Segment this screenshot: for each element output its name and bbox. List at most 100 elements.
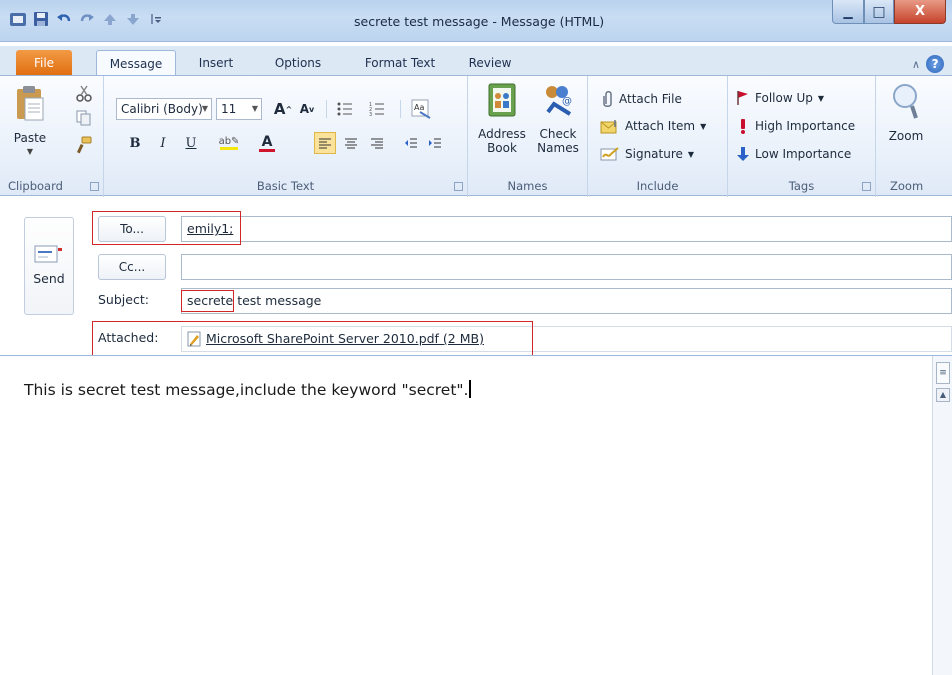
group-zoom: Zoom Zoom	[876, 76, 952, 197]
send-button[interactable]: Send	[24, 217, 74, 315]
flag-icon	[737, 91, 748, 105]
message-body[interactable]: This is secret test message,include the …	[0, 355, 952, 675]
check-names-button[interactable]: @ Check Names	[532, 82, 584, 155]
group-label-clipboard: Clipboard	[8, 179, 63, 193]
align-right-button[interactable]	[366, 132, 388, 154]
grow-font-button[interactable]: A ^	[272, 98, 294, 120]
styles-button[interactable]: Aa	[408, 96, 434, 122]
chevron-down-icon: ▼	[251, 104, 258, 113]
address-book-label-2: Book	[487, 141, 517, 155]
body-text[interactable]: This is secret test message,include the …	[24, 380, 472, 399]
collapse-ribbon-icon[interactable]: ∧	[912, 58, 920, 71]
chevron-down-icon: ▼	[817, 93, 825, 103]
maximize-button[interactable]: □	[864, 0, 894, 24]
paste-label: Paste	[13, 131, 47, 145]
tab-options[interactable]: Options	[258, 50, 338, 76]
group-basic-text: Calibri (Body) ▼ 11 ▼ A ^ Av 123 Aa B I U…	[104, 76, 468, 197]
text-caret	[469, 380, 472, 398]
follow-up-button[interactable]: Follow Up ▼	[736, 90, 824, 106]
low-importance-icon	[737, 147, 749, 161]
minimize-button[interactable]: ▁	[832, 0, 864, 24]
attachment-name: Microsoft SharePoint Server 2010.pdf (2 …	[206, 331, 484, 346]
tab-format-text[interactable]: Format Text	[352, 50, 448, 76]
group-label-tags: Tags	[788, 179, 815, 193]
save-icon[interactable]	[31, 9, 51, 29]
tab-message[interactable]: Message	[96, 50, 176, 76]
font-color-button[interactable]: A	[252, 132, 282, 154]
address-book-button[interactable]: Address Book	[476, 82, 528, 155]
to-field[interactable]: emily1;	[181, 216, 952, 242]
align-center-icon	[345, 138, 357, 149]
bullets-icon	[337, 102, 352, 116]
cc-field[interactable]	[181, 254, 952, 280]
chevron-down-icon: ▼	[687, 149, 695, 159]
help-icon[interactable]: ?	[926, 55, 945, 73]
tab-insert[interactable]: Insert	[188, 50, 244, 76]
bullets-button[interactable]	[334, 98, 356, 120]
group-label-include: Include	[636, 179, 679, 193]
paste-button[interactable]: Paste ▼	[8, 84, 52, 159]
low-importance-button[interactable]: Low Importance	[736, 146, 851, 162]
subject-keyword: secrete	[187, 293, 234, 308]
basic-text-launcher-icon[interactable]	[454, 182, 463, 191]
address-book-icon	[488, 83, 516, 117]
copy-button[interactable]	[76, 110, 92, 126]
quick-access-toolbar	[8, 6, 166, 32]
vertical-scrollbar[interactable]: ≡ ▲	[932, 356, 952, 675]
increase-indent-icon	[429, 138, 441, 148]
zoom-button[interactable]: Zoom	[882, 82, 930, 143]
shrink-font-button[interactable]: Av	[296, 98, 318, 120]
ribbon-tabs: File Message Insert Options Format Text …	[0, 46, 952, 76]
align-left-button[interactable]	[314, 132, 336, 154]
font-name-select[interactable]: Calibri (Body) ▼	[116, 98, 212, 120]
decrease-indent-icon	[405, 138, 417, 148]
subject-field[interactable]: secrete test message	[181, 288, 952, 314]
group-include: Attach File Attach Item ▼ Signature ▼ In…	[588, 76, 728, 197]
high-importance-button[interactable]: High Importance	[736, 118, 855, 134]
close-button[interactable]: X	[894, 0, 946, 24]
signature-button[interactable]: Signature ▼	[600, 146, 694, 162]
cc-button[interactable]: Cc...	[98, 254, 166, 280]
tags-launcher-icon[interactable]	[862, 182, 871, 191]
send-label: Send	[33, 271, 65, 286]
numbering-button[interactable]: 123	[366, 98, 388, 120]
window-title: secrete test message - Message (HTML)	[354, 14, 605, 29]
recipient-emily1[interactable]: emily1;	[187, 221, 233, 236]
italic-button[interactable]: I	[152, 132, 174, 154]
increase-indent-button[interactable]	[424, 132, 446, 154]
scroll-up-icon[interactable]: ▲	[936, 388, 950, 402]
attach-item-icon	[600, 120, 617, 134]
align-right-icon	[371, 138, 383, 149]
cut-button[interactable]	[76, 84, 92, 102]
customize-qat-icon[interactable]	[146, 9, 166, 29]
check-names-icon: @	[546, 86, 572, 116]
group-label-zoom: Zoom	[890, 179, 924, 193]
format-painter-button[interactable]	[76, 136, 92, 154]
outlook-app-icon[interactable]	[8, 9, 28, 29]
clipboard-launcher-icon[interactable]	[90, 182, 99, 191]
ribbon-help-area: ∧ ?	[912, 55, 945, 73]
decrease-indent-button[interactable]	[400, 132, 422, 154]
attach-file-button[interactable]: Attach File	[602, 90, 682, 108]
redo-icon[interactable]	[77, 9, 97, 29]
group-clipboard: Paste ▼ Clipboard	[0, 76, 104, 197]
attach-item-button[interactable]: Attach Item ▼	[600, 118, 706, 134]
svg-text:3: 3	[369, 112, 372, 116]
high-importance-icon	[741, 119, 745, 134]
down-arrow-icon[interactable]	[123, 9, 143, 29]
underline-button[interactable]: U	[180, 132, 202, 154]
undo-icon[interactable]	[54, 9, 74, 29]
subject-label: Subject:	[98, 292, 149, 307]
ruler-toggle-icon[interactable]: ≡	[936, 362, 950, 384]
tab-file[interactable]: File	[16, 50, 72, 76]
tab-review[interactable]: Review	[458, 50, 522, 76]
highlight-button[interactable]: ab✎	[214, 132, 244, 154]
font-size-select[interactable]: 11 ▼	[216, 98, 262, 120]
attachment-item[interactable]: Microsoft SharePoint Server 2010.pdf (2 …	[187, 327, 484, 351]
svg-text:Aa: Aa	[414, 103, 424, 112]
signature-icon	[600, 147, 619, 161]
up-arrow-icon[interactable]	[100, 9, 120, 29]
bold-button[interactable]: B	[124, 132, 146, 154]
to-button[interactable]: To...	[98, 216, 166, 242]
align-center-button[interactable]	[340, 132, 362, 154]
